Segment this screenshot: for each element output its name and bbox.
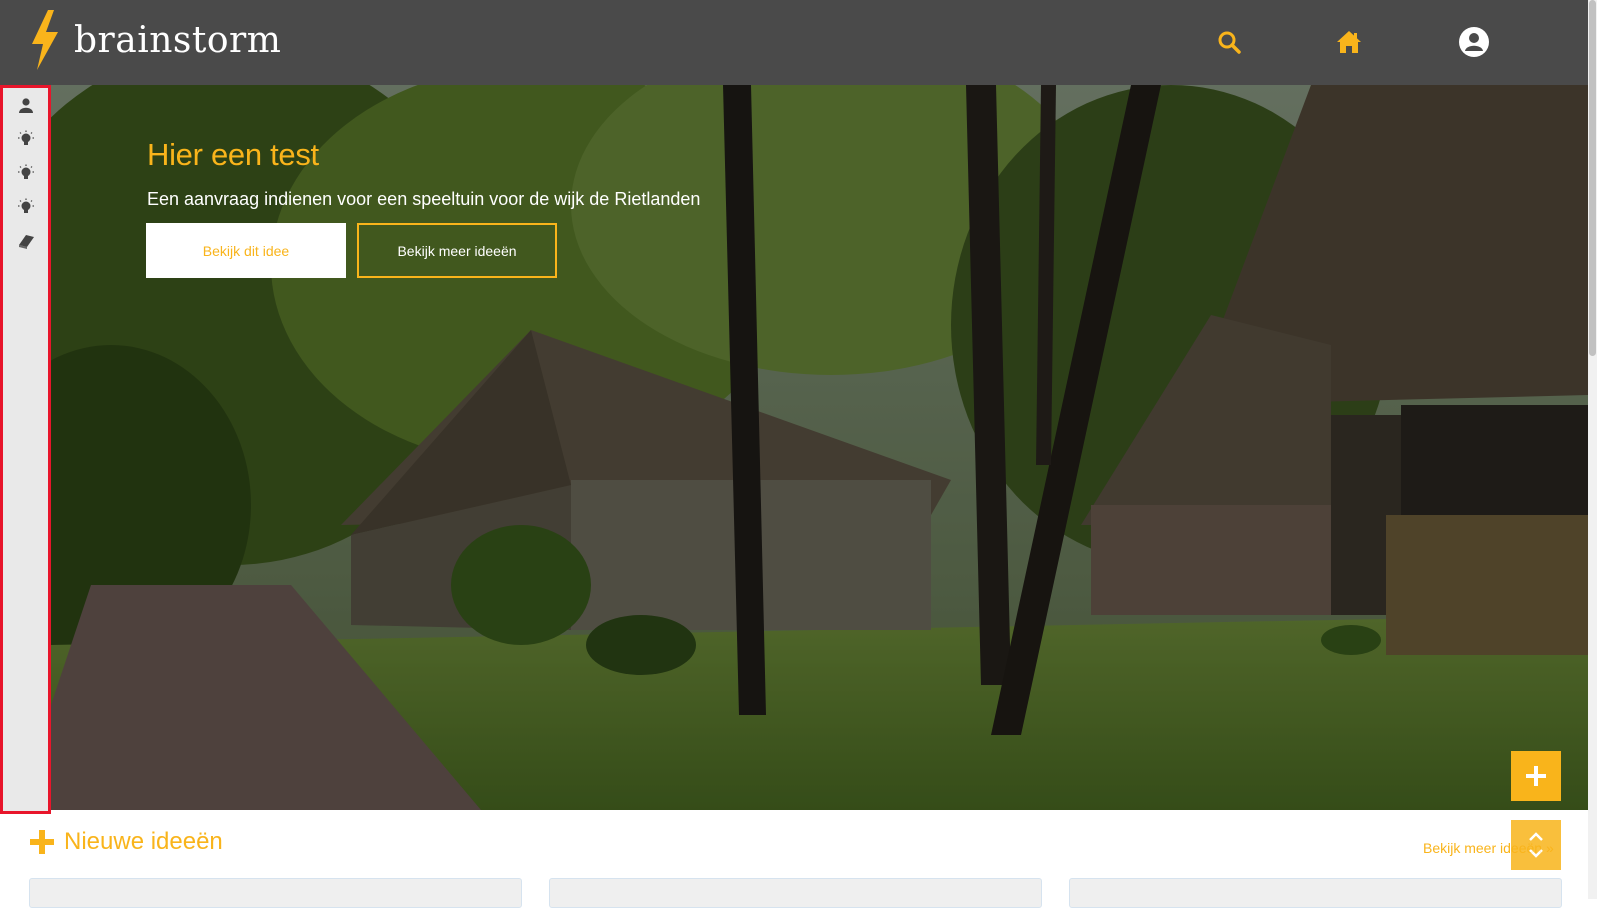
user-avatar-icon[interactable] [1458,26,1490,58]
section-title: Nieuwe ideeën [64,828,223,855]
hero-subtitle: Een aanvraag indienen voor een speeltuin… [147,189,701,209]
sidebar-item-user[interactable] [16,95,36,115]
view-more-ideas-button[interactable]: Bekijk meer ideeën [357,223,557,278]
idea-card[interactable] [549,878,1042,908]
lightning-bolt-icon [32,10,58,70]
brand-name: brainstorm [74,19,282,61]
scroll-to-top-button[interactable] [1511,820,1561,870]
plus-icon [30,830,54,854]
add-idea-button[interactable] [1511,751,1561,801]
chevron-up-down-icon [1529,832,1543,858]
plus-icon [1526,766,1546,786]
brand-logo[interactable]: brainstorm [28,10,281,70]
sidebar-item-idea-3[interactable] [16,197,36,217]
page-scrollbar[interactable] [1588,0,1597,899]
lightbulb-icon [18,198,34,213]
home-icon[interactable] [1333,26,1365,58]
search-icon[interactable] [1213,26,1245,58]
new-ideas-header: Nieuwe ideeën [30,828,223,856]
user-icon [19,98,33,113]
view-idea-button[interactable]: Bekijk dit idee [146,223,346,278]
top-header: brainstorm [0,0,1588,85]
hero-title: Hier een test [147,137,319,172]
sidebar-item-book[interactable] [16,231,36,251]
sidebar [0,85,51,814]
idea-card[interactable] [1069,878,1562,908]
sidebar-item-idea-1[interactable] [16,129,36,149]
lightbulb-icon [18,130,34,145]
scrollbar-thumb[interactable] [1589,0,1596,356]
sidebar-item-idea-2[interactable] [16,163,36,183]
book-icon [19,235,34,249]
idea-card[interactable] [29,878,522,908]
hero-banner: Hier een test Een aanvraag indienen voor… [51,85,1588,810]
lightbulb-icon [18,164,34,179]
